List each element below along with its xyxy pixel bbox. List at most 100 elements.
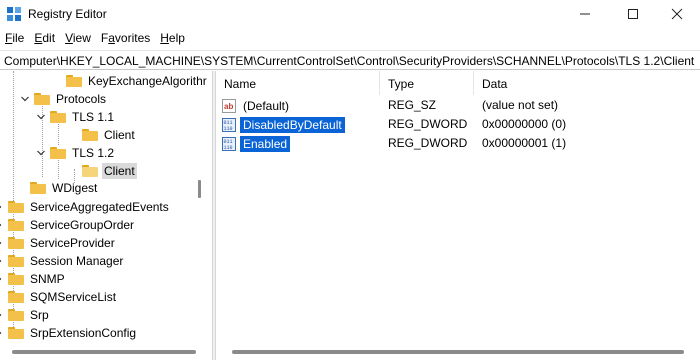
chevron-down-icon[interactable] [36, 112, 46, 122]
tree-node-label: Client [102, 163, 137, 179]
tree-node[interactable]: KeyExchangeAlgorithr [52, 72, 209, 90]
tree-node[interactable]: TLS 1.2 [36, 144, 116, 162]
binary-value-icon: 011110 [222, 118, 236, 132]
folder-icon [50, 147, 66, 159]
tree-node-label: ServiceAggregatedEvents [30, 200, 169, 214]
maximize-button[interactable] [610, 0, 656, 28]
folder-icon [8, 327, 24, 339]
menu-file[interactable]: File [0, 29, 29, 49]
tree-node-label: SrpExtensionConfig [30, 326, 137, 340]
svg-text:110: 110 [224, 145, 233, 151]
value-name-cell: 011 110 DisabledByDefault [222, 117, 345, 133]
tree-node-label: TLS 1.2 [72, 146, 115, 160]
svg-text:ab: ab [224, 102, 233, 111]
column-header-name[interactable]: Name [216, 71, 380, 95]
value-data-cell: 0x00000001 (1) [482, 136, 567, 150]
tree-node-label: KeyExchangeAlgorithr [88, 74, 207, 88]
values-list[interactable]: Name Type Data ab (Default) REG_SZ (value n… [216, 71, 700, 360]
folder-icon [50, 111, 66, 123]
folder-icon [8, 219, 24, 231]
chevron-right-icon[interactable] [0, 328, 4, 338]
minimize-icon [580, 13, 590, 15]
table-row[interactable]: ab (Default) REG_SZ (value not set) [216, 96, 700, 115]
binary-value-icon: 011110 [222, 137, 236, 151]
folder-icon [8, 273, 24, 285]
chevron-down-icon[interactable] [36, 148, 46, 158]
chevron-right-icon[interactable] [0, 310, 4, 320]
value-type-cell: REG_DWORD [388, 136, 468, 150]
tree-node[interactable]: SQMServiceList [0, 288, 118, 306]
column-header-data[interactable]: Data [474, 71, 700, 95]
list-horizontal-scrollbar[interactable] [232, 350, 684, 354]
tree-horizontal-scrollbar[interactable] [12, 350, 196, 354]
chevron-right-icon[interactable] [0, 220, 4, 230]
tree-node-label: WDigest [52, 181, 98, 195]
folder-icon [82, 129, 98, 141]
tree-node[interactable]: WDigest [16, 179, 99, 197]
tree-node-label: ServiceProvider [30, 236, 115, 250]
tree-node[interactable]: SNMP [0, 270, 67, 288]
tree-node[interactable]: Client [68, 162, 137, 180]
tree-node-label: SQMServiceList [30, 290, 117, 304]
chevron-right-icon[interactable] [0, 238, 4, 248]
folder-icon [82, 165, 98, 177]
tree-node[interactable]: Session Manager [0, 252, 125, 270]
value-name-cell: 011 110 Enabled [222, 136, 291, 152]
value-name: DisabledByDefault [240, 117, 345, 133]
value-type-cell: REG_DWORD [388, 117, 468, 131]
folder-icon [8, 291, 24, 303]
folder-icon [66, 75, 82, 87]
menu-edit[interactable]: Edit [29, 29, 60, 49]
chevron-right-icon[interactable] [0, 202, 4, 212]
folder-icon [8, 255, 24, 267]
table-row[interactable]: 011 110 Enabled REG_DWORD 0x00000001 (1) [216, 134, 700, 153]
tree-node[interactable]: ServiceAggregatedEvents [0, 198, 171, 216]
maximize-icon [628, 9, 638, 19]
value-name-cell: ab (Default) [222, 98, 292, 114]
tree-node-label: Srp [30, 308, 49, 322]
folder-icon [34, 93, 50, 105]
menu-bar: File Edit View Favorites Help [0, 29, 190, 49]
close-icon [671, 8, 683, 20]
value-data-cell: 0x00000000 (0) [482, 117, 567, 131]
tree-node[interactable]: Protocols [20, 90, 108, 108]
value-name: Enabled [240, 136, 291, 152]
value-type-cell: REG_SZ [388, 98, 437, 112]
window-title: Registry Editor [28, 7, 107, 21]
key-tree[interactable]: KeyExchangeAlgorithr Protocols TLS 1.1 Clie… [0, 71, 212, 360]
tree-node-label: ServiceGroupOrder [30, 218, 135, 232]
tree-node[interactable]: ServiceGroupOrder [0, 216, 136, 234]
tree-node-label: Session Manager [30, 254, 124, 268]
chevron-right-icon[interactable] [0, 256, 4, 266]
title-bar: Registry Editor [0, 0, 700, 28]
minimize-button[interactable] [562, 0, 608, 28]
menu-view[interactable]: View [60, 29, 96, 49]
tree-vertical-scrollbar[interactable] [198, 180, 201, 198]
tree-node-label: SNMP [30, 272, 65, 286]
tree-node[interactable]: Srp [0, 306, 51, 324]
tree-node-label: Protocols [56, 92, 107, 106]
menu-favorites[interactable]: Favorites [96, 29, 155, 49]
chevron-down-icon[interactable] [20, 94, 30, 104]
svg-text:110: 110 [224, 126, 233, 132]
string-value-icon: ab [222, 99, 236, 113]
close-button[interactable] [654, 0, 700, 28]
tree-node[interactable]: ServiceProvider [0, 234, 117, 252]
tree-node[interactable]: Client [68, 126, 137, 144]
folder-icon [30, 182, 46, 194]
table-row[interactable]: 011 110 DisabledByDefault REG_DWORD 0x000000… [216, 115, 700, 134]
tree-node[interactable]: SrpExtensionConfig [0, 324, 138, 342]
address-bar[interactable]: Computer\HKEY_LOCAL_MACHINE\SYSTEM\Curre… [0, 50, 700, 70]
chevron-right-icon[interactable] [0, 274, 4, 284]
tree-node-label: Client [104, 128, 135, 142]
column-header-type[interactable]: Type [380, 71, 474, 95]
value-data-cell: (value not set) [482, 98, 559, 112]
registry-editor-icon [7, 7, 21, 21]
tree-node[interactable]: TLS 1.1 [36, 108, 116, 126]
menu-help[interactable]: Help [155, 29, 190, 49]
